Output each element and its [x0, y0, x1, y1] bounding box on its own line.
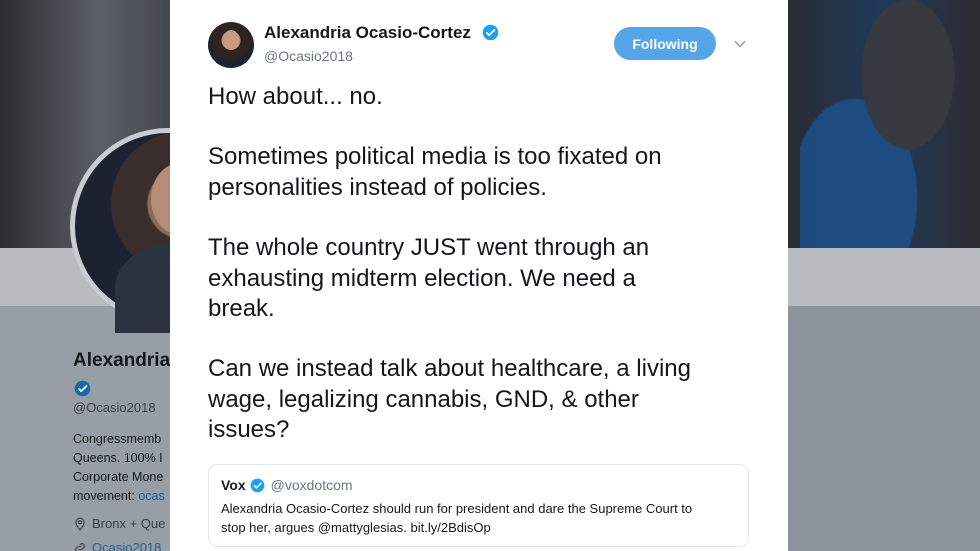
tweet-paragraph: Sometimes political media is too fixated… — [208, 143, 662, 201]
author-avatar[interactable] — [208, 22, 254, 68]
verified-badge-icon — [250, 478, 265, 492]
tweet-text: How about... no. Sometimes political med… — [208, 82, 768, 476]
tweet-paragraph: The whole country JUST went through an e… — [208, 234, 650, 323]
profile-website[interactable]: Ocasio2018 — [73, 540, 173, 551]
bio-link[interactable]: ocas — [138, 489, 164, 503]
quote-author-name: Vox — [221, 477, 246, 493]
author-handle[interactable]: @Ocasio2018 — [264, 48, 353, 64]
banner-photo-detail — [800, 0, 980, 248]
quote-author-handle: @voxdotcom — [270, 477, 353, 493]
profile-location: Bronx + Que — [73, 516, 173, 531]
profile-side-column — [788, 306, 980, 551]
location-pin-icon — [75, 517, 85, 531]
chevron-down-icon[interactable] — [733, 37, 747, 51]
tweet-modal: Alexandria Ocasio-Cortez @Ocasio2018 Fol… — [170, 0, 788, 551]
author-name[interactable]: Alexandria Ocasio-Cortez — [264, 23, 471, 43]
quoted-tweet[interactable]: Vox @voxdotcom Alexandria Ocasio-Cortez … — [208, 464, 749, 547]
tweet-paragraph: How about... no. — [208, 83, 383, 110]
verified-badge-icon — [74, 380, 91, 397]
profile-name: Alexandria — [73, 350, 171, 371]
tweet-paragraph: Can we instead talk about healthcare, a … — [208, 355, 691, 444]
quote-text: Alexandria Ocasio-Cortez should run for … — [221, 501, 693, 535]
link-icon — [75, 542, 85, 551]
following-button[interactable]: Following — [614, 27, 716, 60]
verified-badge-icon — [482, 24, 499, 41]
profile-bio: Congressmemb Queens. 100% I Corporate Mo… — [73, 432, 165, 503]
profile-handle: @Ocasio2018 — [73, 400, 156, 415]
